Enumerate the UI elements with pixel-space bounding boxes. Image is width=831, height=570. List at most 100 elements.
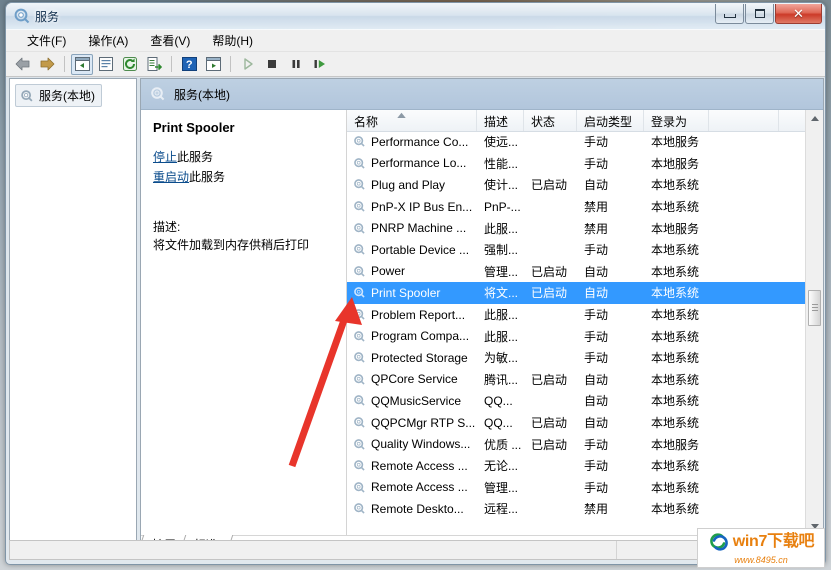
export-list-icon[interactable] bbox=[143, 54, 165, 75]
start-service-icon[interactable] bbox=[237, 54, 259, 75]
scrollbar-thumb[interactable] bbox=[808, 290, 821, 326]
cell-name: Print Spooler bbox=[347, 286, 477, 300]
pane-content: Print Spooler 停止此服务 重启动此服务 描述: 将文件加载到内存供… bbox=[141, 110, 823, 535]
show-action-pane-icon[interactable] bbox=[202, 54, 224, 75]
services-gear-icon bbox=[353, 351, 366, 364]
cell-startup: 自动 bbox=[577, 176, 644, 193]
cell-startup: 自动 bbox=[577, 371, 644, 388]
cell-startup: 自动 bbox=[577, 414, 644, 431]
table-row[interactable]: Problem Report...此服...手动本地系统 bbox=[347, 304, 823, 326]
maximize-button[interactable] bbox=[745, 4, 774, 24]
cell-logon: 本地服务 bbox=[644, 220, 709, 237]
table-row[interactable]: Plug and Play使计...已启动自动本地系统 bbox=[347, 174, 823, 196]
service-name: PnP-X IP Bus En... bbox=[371, 200, 472, 214]
service-name: Print Spooler bbox=[371, 286, 440, 300]
toolbar-separator bbox=[64, 56, 65, 72]
cell-startup: 禁用 bbox=[577, 220, 644, 237]
pane-header-label: 服务(本地) bbox=[174, 86, 230, 103]
cell-desc: 性能... bbox=[477, 155, 524, 172]
table-row[interactable]: QPCore Service腾讯...已启动自动本地系统 bbox=[347, 369, 823, 391]
cell-name: Protected Storage bbox=[347, 351, 477, 365]
refresh-icon[interactable] bbox=[119, 54, 141, 75]
cell-startup: 手动 bbox=[577, 457, 644, 474]
table-row[interactable]: Portable Device ...强制...手动本地系统 bbox=[347, 239, 823, 261]
restart-service-icon[interactable] bbox=[309, 54, 331, 75]
cell-name: Program Compa... bbox=[347, 329, 477, 343]
console-tree: 服务(本地) bbox=[10, 79, 136, 555]
vertical-scrollbar[interactable] bbox=[805, 110, 823, 535]
table-row[interactable]: QQMusicServiceQQ...自动本地系统 bbox=[347, 390, 823, 412]
scroll-up-button[interactable] bbox=[806, 110, 823, 127]
services-gear-icon bbox=[353, 308, 366, 321]
table-row[interactable]: Power管理...已启动自动本地系统 bbox=[347, 261, 823, 283]
column-header-5[interactable] bbox=[709, 110, 779, 131]
svg-text:?: ? bbox=[185, 59, 192, 71]
table-row[interactable]: PnP-X IP Bus En...PnP-...禁用本地系统 bbox=[347, 196, 823, 218]
table-row[interactable]: QQPCMgr RTP S...QQ...已启动自动本地系统 bbox=[347, 412, 823, 434]
service-name: Remote Access ... bbox=[371, 459, 468, 473]
menu-help[interactable]: 帮助(H) bbox=[201, 30, 264, 52]
menu-action[interactable]: 操作(A) bbox=[77, 30, 139, 52]
stop-service-icon[interactable] bbox=[261, 54, 283, 75]
table-row[interactable]: Protected Storage为敏...手动本地系统 bbox=[347, 347, 823, 369]
title-bar: 服务 ✕ bbox=[6, 3, 825, 30]
cell-desc: 优质 ... bbox=[477, 436, 524, 453]
column-header-0[interactable]: 名称▲ bbox=[347, 110, 477, 131]
table-row[interactable]: Quality Windows...优质 ...已启动手动本地服务 bbox=[347, 433, 823, 455]
service-name: Portable Device ... bbox=[371, 243, 469, 257]
toolbar: ? bbox=[6, 52, 825, 77]
service-name: Quality Windows... bbox=[371, 437, 470, 451]
table-row[interactable]: Remote Access ...管理...手动本地系统 bbox=[347, 477, 823, 499]
column-header-2[interactable]: 状态 bbox=[524, 110, 577, 131]
table-row-selected[interactable]: Print Spooler将文...已启动自动本地系统 bbox=[347, 282, 823, 304]
services-gear-icon bbox=[353, 502, 366, 515]
cell-logon: 本地系统 bbox=[644, 479, 709, 496]
show-hide-console-tree-icon[interactable] bbox=[71, 54, 93, 75]
close-button[interactable]: ✕ bbox=[775, 4, 822, 24]
cell-desc: 使远... bbox=[477, 133, 524, 150]
table-row[interactable]: PNRP Machine ...此服...禁用本地服务 bbox=[347, 217, 823, 239]
service-name: Power bbox=[371, 264, 405, 278]
cell-name: Performance Co... bbox=[347, 135, 477, 149]
cell-desc: 无论... bbox=[477, 457, 524, 474]
cell-startup: 手动 bbox=[577, 241, 644, 258]
tree-item-label: 服务(本地) bbox=[39, 87, 95, 104]
column-header-3[interactable]: 启动类型 bbox=[577, 110, 644, 131]
cell-logon: 本地系统 bbox=[644, 328, 709, 345]
service-name: Program Compa... bbox=[371, 329, 469, 343]
cell-name: Power bbox=[347, 264, 477, 278]
services-gear-icon bbox=[353, 459, 366, 472]
screenshot-root: 服务 ✕ 文件(F) 操作(A) 查看(V) 帮助(H) bbox=[0, 0, 831, 570]
tree-item-services-local[interactable]: 服务(本地) bbox=[15, 84, 102, 107]
properties-icon[interactable] bbox=[95, 54, 117, 75]
forward-icon[interactable] bbox=[36, 54, 58, 75]
cell-logon: 本地系统 bbox=[644, 371, 709, 388]
window-title: 服务 bbox=[35, 8, 59, 25]
table-row[interactable]: Program Compa...此服...手动本地系统 bbox=[347, 325, 823, 347]
services-list: 名称▲描述状态启动类型登录为 Performance Co...使远...手动本… bbox=[346, 110, 823, 535]
column-header-label: 启动类型 bbox=[584, 115, 632, 129]
help-icon[interactable]: ? bbox=[178, 54, 200, 75]
table-row[interactable]: Remote Access ...无论...手动本地系统 bbox=[347, 455, 823, 477]
column-header-4[interactable]: 登录为 bbox=[644, 110, 709, 131]
cell-status: 已启动 bbox=[524, 436, 577, 453]
services-window: 服务 ✕ 文件(F) 操作(A) 查看(V) 帮助(H) bbox=[5, 2, 826, 565]
pane-header: 服务(本地) bbox=[141, 79, 823, 110]
pause-service-icon[interactable] bbox=[285, 54, 307, 75]
services-gear-icon bbox=[14, 8, 30, 24]
table-row[interactable]: Performance Lo...性能...手动本地服务 bbox=[347, 153, 823, 175]
cell-logon: 本地服务 bbox=[644, 155, 709, 172]
service-name: Plug and Play bbox=[371, 178, 445, 192]
cell-startup: 手动 bbox=[577, 306, 644, 323]
services-gear-icon bbox=[353, 200, 366, 213]
menu-file[interactable]: 文件(F) bbox=[16, 30, 77, 52]
table-row[interactable]: Remote Deskto...远程...禁用本地系统 bbox=[347, 498, 823, 520]
restart-service-link[interactable]: 重启动此服务 bbox=[153, 168, 336, 185]
table-row[interactable]: Performance Co...使远...手动本地服务 bbox=[347, 131, 823, 153]
minimize-button[interactable] bbox=[715, 4, 744, 24]
column-header-1[interactable]: 描述 bbox=[477, 110, 524, 131]
services-gear-icon bbox=[353, 157, 366, 170]
stop-service-link[interactable]: 停止此服务 bbox=[153, 148, 336, 165]
back-icon[interactable] bbox=[12, 54, 34, 75]
menu-view[interactable]: 查看(V) bbox=[139, 30, 201, 52]
